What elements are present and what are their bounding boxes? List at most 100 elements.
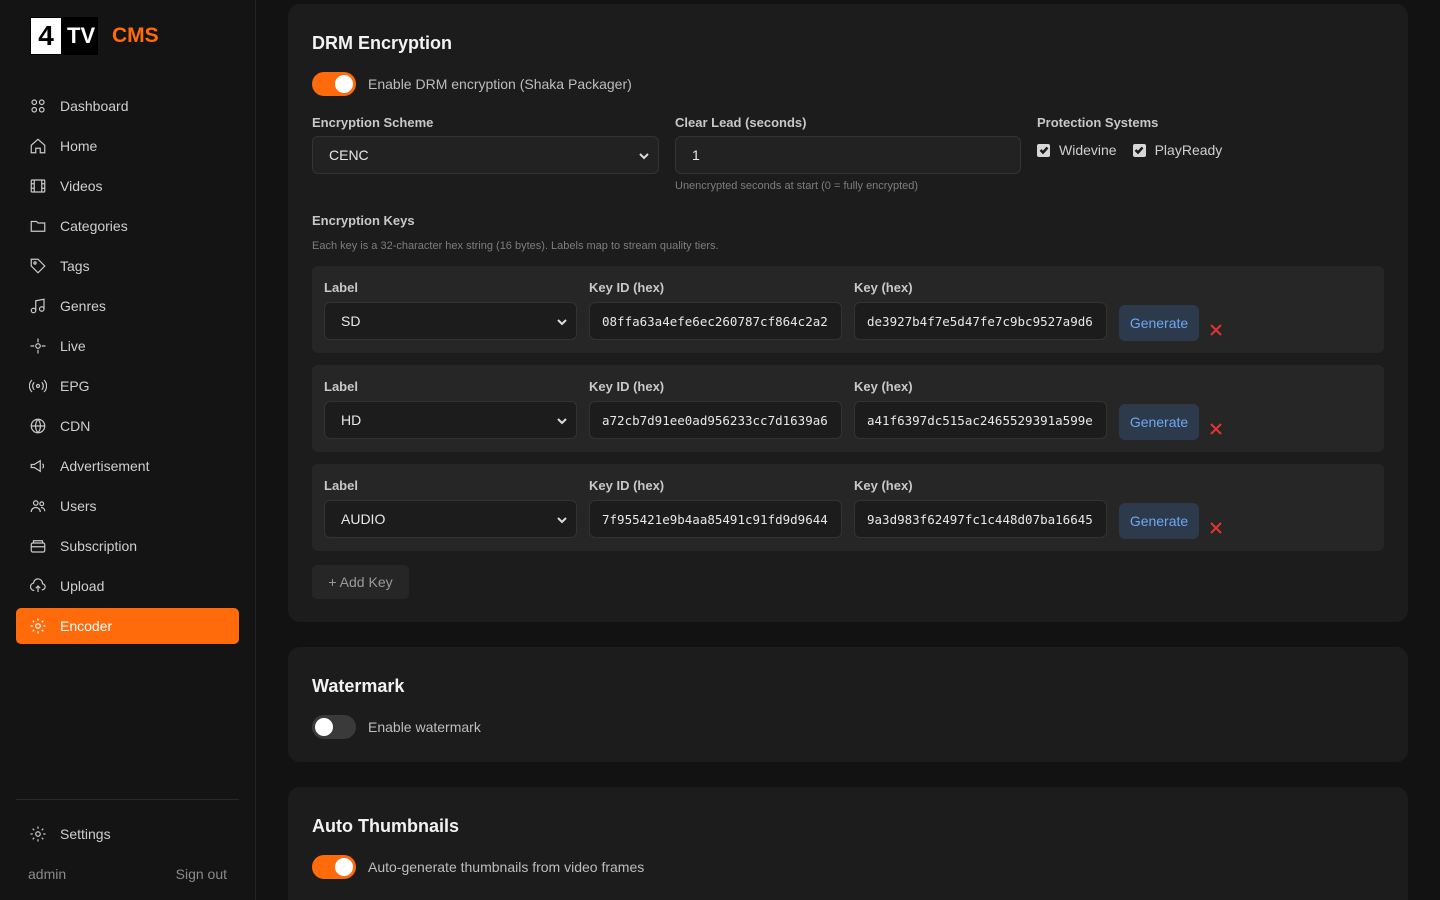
clear-lead-label: Clear Lead (seconds) xyxy=(675,115,807,130)
key-value: 9a3d983f62497fc1c448d07ba16645 xyxy=(867,511,1093,527)
widevine-label: Widevine xyxy=(1059,142,1117,158)
sidebar-item-users[interactable]: Users xyxy=(16,488,239,524)
playready-label: PlayReady xyxy=(1154,142,1223,158)
sidebar: 4 TV CMS Dashboard Home Videos Categorie… xyxy=(0,0,256,900)
section-title: Watermark xyxy=(312,676,405,696)
sidebar-item-epg[interactable]: EPG xyxy=(16,368,239,404)
logo-cms-text: CMS xyxy=(112,24,159,47)
users-icon xyxy=(28,496,48,516)
watermark-card: Watermark Enable watermark xyxy=(288,647,1408,762)
globe-icon xyxy=(28,416,48,436)
sidebar-item-label: Users xyxy=(60,498,97,514)
sidebar-item-home[interactable]: Home xyxy=(16,128,239,164)
key-label-select[interactable]: HD xyxy=(324,401,577,439)
wallet-icon xyxy=(28,536,48,556)
key-id-header: Key ID (hex) xyxy=(589,379,665,394)
key-id-input[interactable]: 7f955421e9b4aa85491c91fd9d9644 xyxy=(589,500,842,538)
key-row: Label Key ID (hex) Key (hex) HD a72cb7d9… xyxy=(312,365,1384,452)
grid-icon xyxy=(28,96,48,116)
drm-enable-label: Enable DRM encryption (Shaka Packager) xyxy=(368,76,632,92)
key-value: de3927b4f7e5d47fe7c9bc9527a9d6 xyxy=(867,313,1093,329)
sidebar-item-cdn[interactable]: CDN xyxy=(16,408,239,444)
main-content: DRM Encryption Enable DRM encryption (Sh… xyxy=(256,0,1440,900)
sidebar-item-label: Live xyxy=(60,338,86,354)
clear-lead-input[interactable]: 1 xyxy=(675,136,1021,174)
key-header: Key (hex) xyxy=(854,280,913,295)
sidebar-item-subscription[interactable]: Subscription xyxy=(16,528,239,564)
auto-thumbnails-toggle[interactable] xyxy=(312,855,356,879)
key-input[interactable]: de3927b4f7e5d47fe7c9bc9527a9d6 xyxy=(854,302,1107,340)
key-id-value: 08ffa63a4efe6ec260787cf864c2a2 xyxy=(602,313,828,329)
key-label-value: HD xyxy=(341,412,362,428)
sidebar-item-label: Home xyxy=(60,138,98,154)
section-title: DRM Encryption xyxy=(312,33,453,53)
encryption-scheme-value: CENC xyxy=(329,147,369,163)
key-row: Label Key ID (hex) Key (hex) AUDIO 7f955… xyxy=(312,464,1384,551)
logo-mark: 4 TV xyxy=(30,17,98,55)
key-label-select[interactable]: SD xyxy=(324,302,577,340)
key-id-input[interactable]: a72cb7d91ee0ad956233cc7d1639a6 xyxy=(589,401,842,439)
sidebar-item-label: Categories xyxy=(60,218,128,234)
key-label-select[interactable]: AUDIO xyxy=(324,500,577,538)
key-header: Key (hex) xyxy=(854,379,913,394)
encryption-scheme-select[interactable]: CENC xyxy=(312,136,659,174)
home-icon xyxy=(28,136,48,156)
sidebar-item-label: Genres xyxy=(60,298,106,314)
sign-out-link[interactable]: Sign out xyxy=(176,866,227,882)
sidebar-item-categories[interactable]: Categories xyxy=(16,208,239,244)
drm-enable-toggle[interactable] xyxy=(312,72,356,96)
sidebar-item-label: Tags xyxy=(60,258,90,274)
key-id-header: Key ID (hex) xyxy=(589,478,665,493)
key-input[interactable]: a41f6397dc515ac2465529391a599e xyxy=(854,401,1107,439)
logo-tv-text: TV xyxy=(67,23,96,48)
drm-encryption-card: DRM Encryption Enable DRM encryption (Sh… xyxy=(288,4,1408,622)
generate-button[interactable]: Generate xyxy=(1119,503,1199,539)
sidebar-item-upload[interactable]: Upload xyxy=(16,568,239,604)
sidebar-item-videos[interactable]: Videos xyxy=(16,168,239,204)
generate-button[interactable]: Generate xyxy=(1119,404,1199,440)
sidebar-item-tags[interactable]: Tags xyxy=(16,248,239,284)
sidebar-item-label: EPG xyxy=(60,378,90,394)
key-header: Key (hex) xyxy=(854,478,913,493)
key-label-value: AUDIO xyxy=(341,511,386,527)
add-key-button[interactable]: + Add Key xyxy=(312,565,409,599)
clear-lead-hint: Unencrypted seconds at start (0 = fully … xyxy=(675,180,919,192)
sidebar-item-advertisement[interactable]: Advertisement xyxy=(16,448,239,484)
gear-icon xyxy=(28,824,48,844)
watermark-toggle-label: Enable watermark xyxy=(368,719,481,735)
gear-icon xyxy=(28,616,48,636)
sidebar-item-settings[interactable]: Settings xyxy=(16,816,239,852)
key-label-value: SD xyxy=(341,313,361,329)
app-logo[interactable]: 4 TV CMS xyxy=(30,17,159,55)
key-label-header: Label xyxy=(324,280,358,295)
widevine-checkbox[interactable]: Widevine xyxy=(1037,142,1117,158)
film-icon xyxy=(28,176,48,196)
encryption-keys-label: Encryption Keys xyxy=(312,213,415,228)
sidebar-item-live[interactable]: Live xyxy=(16,328,239,364)
close-icon[interactable] xyxy=(1209,521,1223,535)
clear-lead-value: 1 xyxy=(692,147,700,163)
checkbox-checked-icon xyxy=(1132,143,1146,157)
generate-button[interactable]: Generate xyxy=(1119,305,1199,341)
sidebar-item-encoder[interactable]: Encoder xyxy=(16,608,239,644)
key-id-value: 7f955421e9b4aa85491c91fd9d9644 xyxy=(602,511,828,527)
sidebar-item-genres[interactable]: Genres xyxy=(16,288,239,324)
sidebar-item-dashboard[interactable]: Dashboard xyxy=(16,88,239,124)
close-icon[interactable] xyxy=(1209,323,1223,337)
playready-checkbox[interactable]: PlayReady xyxy=(1132,142,1223,158)
section-title: Auto Thumbnails xyxy=(312,816,459,836)
music-icon xyxy=(28,296,48,316)
key-input[interactable]: 9a3d983f62497fc1c448d07ba16645 xyxy=(854,500,1107,538)
chevron-down-icon xyxy=(556,315,568,331)
key-id-input[interactable]: 08ffa63a4efe6ec260787cf864c2a2 xyxy=(589,302,842,340)
sidebar-item-label: CDN xyxy=(60,418,91,434)
auto-thumbnails-toggle-label: Auto-generate thumbnails from video fram… xyxy=(368,859,645,875)
logo-number: 4 xyxy=(31,18,61,54)
watermark-toggle[interactable] xyxy=(312,715,356,739)
upload-icon xyxy=(28,576,48,596)
sidebar-item-label: Upload xyxy=(60,578,105,594)
megaphone-icon xyxy=(28,456,48,476)
close-icon[interactable] xyxy=(1209,422,1223,436)
encryption-scheme-label: Encryption Scheme xyxy=(312,115,434,130)
sidebar-item-label: Encoder xyxy=(60,618,113,634)
